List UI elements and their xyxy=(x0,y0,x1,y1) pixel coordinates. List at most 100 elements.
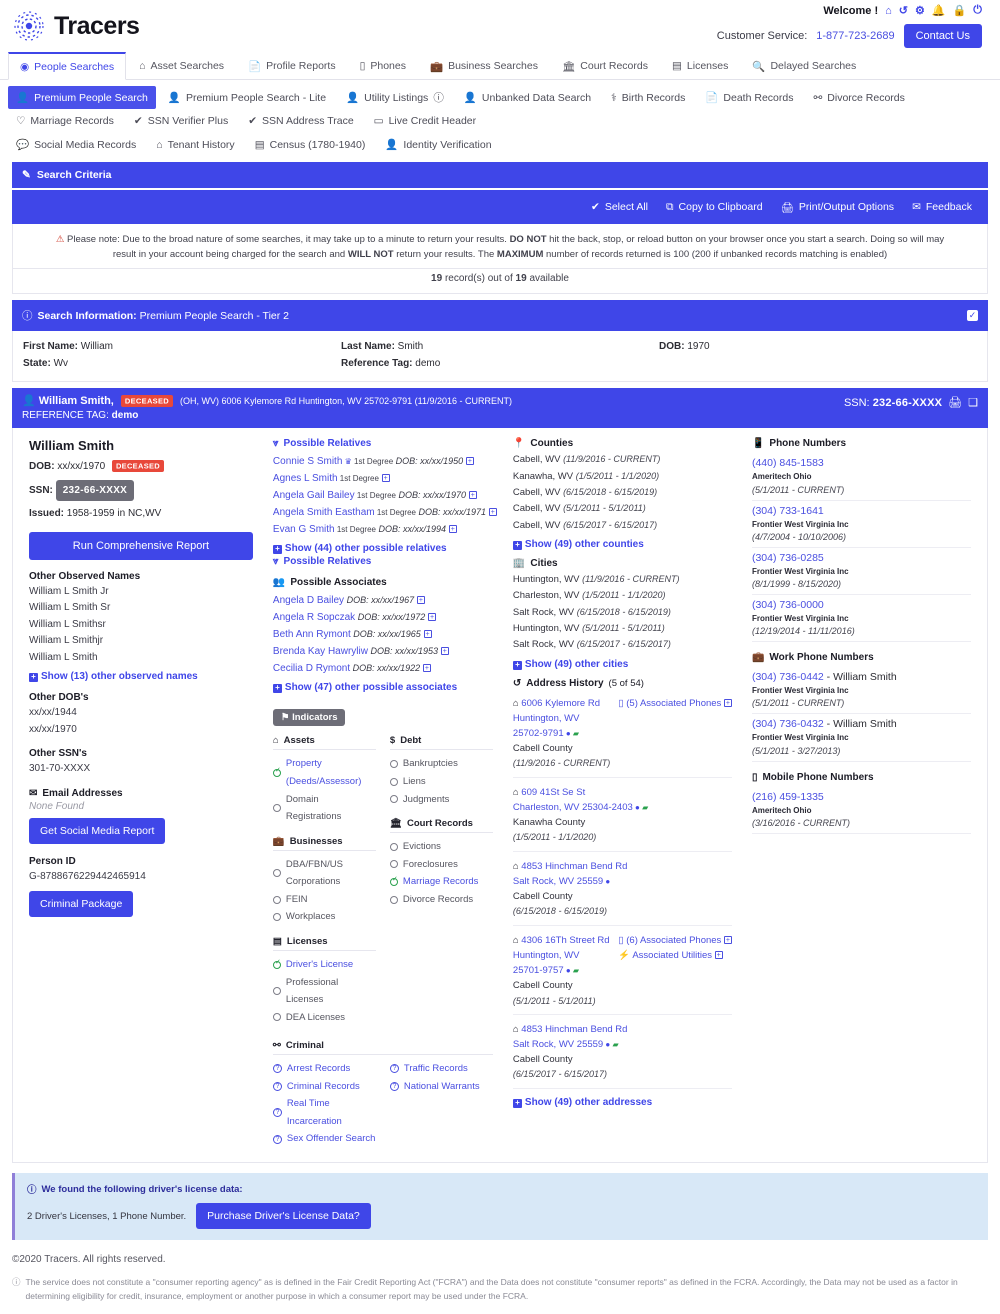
nav-item-ssn-address-trace[interactable]: ✔ SSN Address Trace xyxy=(240,111,361,131)
criminal-item[interactable]: ? Traffic Records xyxy=(389,1060,493,1078)
nav-item-birth-records[interactable]: ⚕ Birth Records xyxy=(603,86,693,109)
relative-item[interactable]: Agnes L Smith 1st Degree + xyxy=(273,470,493,487)
indicator-item[interactable]: Property (Deeds/Assessor) xyxy=(272,755,376,790)
relative-name[interactable]: Angela Gail Bailey xyxy=(273,490,355,501)
contact-us-button[interactable]: Contact Us xyxy=(903,24,982,48)
address-street-line[interactable]: ⌂ 6006 Kylemore Rd xyxy=(513,696,610,711)
nav-item-social-media-records[interactable]: 💬 Social Media Records xyxy=(8,134,144,155)
nav-item-licenses[interactable]: ▤ Licenses xyxy=(661,52,739,79)
associate-name[interactable]: Angela R Sopczak xyxy=(273,612,355,623)
search-criteria-bar[interactable]: ✎ Search Criteria xyxy=(12,162,988,188)
address-street-line[interactable]: ⌂ 4853 Hinchman Bend Rd xyxy=(513,1022,628,1037)
indicator-item[interactable]: FEIN xyxy=(272,891,376,909)
criminal-item[interactable]: ? Arrest Records xyxy=(272,1060,376,1078)
relative-name[interactable]: Connie S Smith xyxy=(273,456,342,467)
address-street[interactable]: 6006 Kylemore Rd xyxy=(521,698,600,709)
indicator-item[interactable]: Marriage Records xyxy=(389,873,493,891)
phone-number-line[interactable]: (304) 736-0432 - William Smith xyxy=(752,718,971,730)
bell-icon[interactable]: 🔔 xyxy=(932,4,946,17)
address-city-line[interactable]: Charleston, WV 25304-2403 ● ▰ xyxy=(513,800,648,815)
brand[interactable]: Tracers xyxy=(14,11,140,41)
nav-item-profile-reports[interactable]: 📄 Profile Reports xyxy=(237,52,347,79)
address-street[interactable]: 4853 Hinchman Bend Rd xyxy=(521,861,627,872)
nav-item-premium-people-search[interactable]: 👤 Premium People Search xyxy=(8,86,156,109)
address-street[interactable]: 4306 16Th Street Rd xyxy=(521,935,609,946)
nav-item-tenant-history[interactable]: ⌂ Tenant History xyxy=(148,134,242,155)
phone-number[interactable]: (304) 736-0285 xyxy=(752,552,824,564)
criminal-item[interactable]: ? National Warrants xyxy=(389,1078,493,1096)
expand-icon[interactable]: + xyxy=(488,508,497,517)
nav-item-live-credit-header[interactable]: ▭ Live Credit Header xyxy=(366,111,484,131)
address-city-state[interactable]: Charleston, WV 25304-2403 xyxy=(513,802,633,813)
map-pin-icon[interactable]: ● xyxy=(603,1040,610,1049)
phone-number[interactable]: (304) 736-0000 xyxy=(752,599,824,611)
show-other-counties-link[interactable]: + Show (49) other counties xyxy=(512,539,732,551)
nav-item-asset-searches[interactable]: ⌂ Asset Searches xyxy=(128,52,235,79)
criminal-item[interactable]: ? Criminal Records xyxy=(272,1078,376,1096)
run-comprehensive-report-button[interactable]: Run Comprehensive Report xyxy=(29,531,253,560)
associate-item[interactable]: Angela R Sopczak DOB: xx/xx/1972 + xyxy=(273,609,493,626)
indicator-item[interactable]: Evictions xyxy=(389,838,493,856)
address-city-line[interactable]: Huntington, WV 25701-9757 ● ▰ xyxy=(513,948,610,978)
show-other-relatives-link[interactable]: + Show (44) other possible relatives xyxy=(272,543,493,555)
expand-icon[interactable]: + xyxy=(723,698,732,707)
address-street[interactable]: 4853 Hinchman Bend Rd xyxy=(521,1024,627,1035)
phone-number-line[interactable]: (440) 845-1583 xyxy=(752,457,971,469)
toolbar-feedback[interactable]: ✉ Feedback xyxy=(912,201,972,213)
map-pin-icon[interactable]: ● xyxy=(633,803,640,812)
indicator-item[interactable]: Bankruptcies xyxy=(389,755,493,773)
indicator-item[interactable]: Domain Registrations xyxy=(272,791,376,826)
nav-item-death-records[interactable]: 📄 Death Records xyxy=(697,86,801,109)
phone-number[interactable]: (216) 459-1335 xyxy=(752,791,824,803)
phone-number-line[interactable]: (304) 736-0285 xyxy=(752,552,971,564)
relative-name[interactable]: Agnes L Smith xyxy=(273,473,338,484)
get-social-media-report-button[interactable]: Get Social Media Report xyxy=(29,817,166,844)
phone-number-line[interactable]: (304) 733-1641 xyxy=(752,505,971,517)
associate-name[interactable]: Brenda Kay Hawryliw xyxy=(273,646,368,657)
expand-icon[interactable]: + xyxy=(428,613,436,622)
nav-item-delayed-searches[interactable]: 🔍 Delayed Searches xyxy=(741,52,867,79)
indicator-item[interactable]: Workplaces xyxy=(272,908,376,926)
relative-item[interactable]: Connie S Smith ♛ 1st Degree DOB: xx/xx/1… xyxy=(273,453,493,470)
address-city-line[interactable]: Huntington, WV 25702-9791 ● ▰ xyxy=(513,711,610,741)
associate-name[interactable]: Beth Ann Rymont xyxy=(273,629,351,640)
address-city-state[interactable]: Salt Rock, WV 25559 xyxy=(513,876,603,887)
show-other-associates-link[interactable]: + Show (47) other possible associates xyxy=(272,682,493,694)
expand-icon[interactable]: + xyxy=(714,950,723,959)
expand-icon[interactable]: + xyxy=(465,457,474,466)
address-city-line[interactable]: Salt Rock, WV 25559 ● xyxy=(513,874,628,889)
purchase-driver-license-button[interactable]: Purchase Driver's License Data? xyxy=(196,1203,371,1229)
map-pin-icon[interactable]: ● xyxy=(564,966,571,975)
nav-item-premium-people-search-lite[interactable]: 👤 Premium People Search - Lite xyxy=(160,86,334,109)
indicator-item[interactable]: Divorce Records xyxy=(389,891,493,909)
indicator-item[interactable]: Driver's License xyxy=(272,956,376,974)
nav-item-ssn-verifier-plus[interactable]: ✔ SSN Verifier Plus xyxy=(126,111,236,131)
relative-name[interactable]: Evan G Smith xyxy=(273,524,335,535)
relative-item[interactable]: Evan G Smith 1st Degree DOB: xx/xx/1994 … xyxy=(273,521,493,538)
indicator-item[interactable]: DBA/FBN/US Corporations xyxy=(272,856,376,891)
nav-item-utility-listings[interactable]: 👤 Utility Listings ⓘ xyxy=(338,86,452,109)
address-city-state[interactable]: Salt Rock, WV 25559 xyxy=(513,1039,603,1050)
associate-item[interactable]: Cecilia D Rymont DOB: xx/xx/1922 + xyxy=(273,660,493,677)
possible-relatives-secondary-link[interactable]: ⩔ Possible Relatives xyxy=(273,556,493,567)
nav-item-identity-verification[interactable]: 👤 Identity Verification xyxy=(377,134,499,155)
nav-item-marriage-records[interactable]: ♡ Marriage Records xyxy=(8,111,122,131)
phone-number[interactable]: (304) 736-0442 xyxy=(752,671,824,683)
history-icon[interactable]: ↺ xyxy=(899,4,908,17)
map-pin-icon[interactable]: ● xyxy=(603,877,610,886)
show-other-names-link[interactable]: + Show (13) other observed names xyxy=(29,671,253,683)
power-icon[interactable]: ⏻ xyxy=(973,4,982,17)
address-link[interactable]: ▯ (6) Associated Phones + xyxy=(618,933,732,948)
show-other-cities-link[interactable]: + Show (49) other cities xyxy=(512,659,732,670)
address-street-line[interactable]: ⌂ 4306 16Th Street Rd xyxy=(513,933,610,948)
phone-number-line[interactable]: (216) 459-1335 xyxy=(752,791,971,803)
expand-icon[interactable]: + xyxy=(416,596,425,605)
expand-icon[interactable]: + xyxy=(723,935,732,944)
moving-truck-icon[interactable]: ▰ xyxy=(571,729,579,738)
lock-icon[interactable]: 🔒 xyxy=(953,4,967,17)
criminal-item[interactable]: ? Sex Offender Search xyxy=(272,1130,376,1148)
expand-icon[interactable]: + xyxy=(422,664,431,673)
address-street-line[interactable]: ⌂ 4853 Hinchman Bend Rd xyxy=(513,859,628,874)
criminal-item[interactable]: ? Real Time Incarceration xyxy=(272,1095,376,1130)
share-alt-icon[interactable]: ⚙ xyxy=(915,4,925,17)
